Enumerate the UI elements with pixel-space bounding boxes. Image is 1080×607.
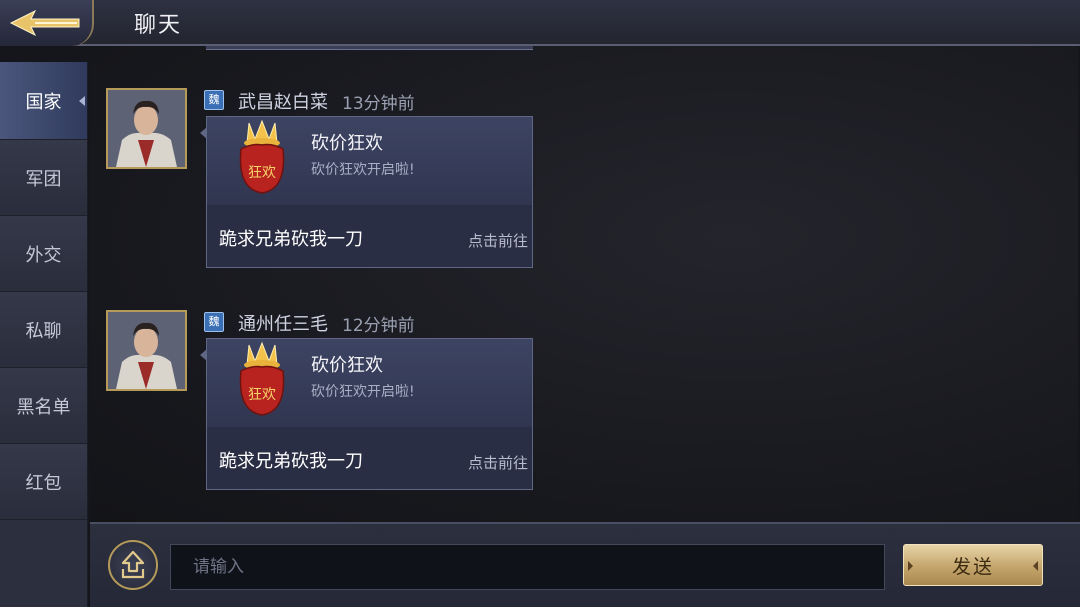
card-header: 狂欢 砍价狂欢 砍价狂欢开启啦! xyxy=(207,339,532,427)
card-message: 跪求兄弟砍我一刀 xyxy=(219,451,363,472)
go-link[interactable]: 点击前往 xyxy=(468,230,528,251)
top-bar: 聊天 xyxy=(0,0,1080,46)
expand-toggle-button[interactable] xyxy=(108,540,158,590)
sender-name[interactable]: 武昌赵白菜 xyxy=(238,88,328,114)
sender-name[interactable]: 通州任三毛 xyxy=(238,310,328,336)
channel-sidebar: 国家 军团 外交 私聊 黑名单 红包 xyxy=(0,62,88,607)
bag-label: 狂欢 xyxy=(248,387,276,403)
expand-arrow-icon xyxy=(121,550,145,579)
card-title: 砍价狂欢 xyxy=(311,133,383,154)
tab-diplomacy[interactable]: 外交 xyxy=(0,216,87,292)
tab-label: 黑名单 xyxy=(16,396,71,418)
tab-legion[interactable]: 军团 xyxy=(0,140,87,216)
tab-label: 红包 xyxy=(25,472,62,494)
message-time: 13分钟前 xyxy=(342,94,415,114)
bubble-tip xyxy=(200,349,207,361)
red-packet-bag-icon: 狂欢 xyxy=(239,119,285,194)
card-footer: 跪求兄弟砍我一刀 点击前往 xyxy=(207,205,532,267)
red-packet-bag-icon: 狂欢 xyxy=(239,341,285,416)
send-button-label: 发送 xyxy=(951,555,994,578)
right-ornament-icon xyxy=(1033,561,1038,571)
send-button[interactable]: 发送 xyxy=(903,544,1043,586)
tab-blacklist[interactable]: 黑名单 xyxy=(0,368,87,444)
page-title: 聊天 xyxy=(134,13,183,38)
avatar[interactable] xyxy=(106,88,187,169)
message-input[interactable] xyxy=(170,544,885,590)
tab-label: 国家 xyxy=(25,91,62,113)
back-button[interactable] xyxy=(0,0,94,46)
tab-label: 私聊 xyxy=(25,320,62,342)
left-ornament-icon xyxy=(908,561,913,571)
character-portrait-icon xyxy=(108,312,185,389)
tab-red-packet[interactable]: 红包 xyxy=(0,444,87,520)
card-footer: 跪求兄弟砍我一刀 点击前往 xyxy=(207,427,532,489)
back-arrow-icon xyxy=(9,9,80,37)
previous-message-edge xyxy=(206,46,533,50)
card-message: 跪求兄弟砍我一刀 xyxy=(219,229,363,250)
character-portrait-icon xyxy=(108,90,185,167)
chat-message: 魏 通州任三毛 12分钟前 狂欢 砍价狂欢 砍价狂欢开启啦! 跪求兄弟砍我一刀 … xyxy=(106,310,546,494)
chat-message: 魏 武昌赵白菜 13分钟前 狂欢 砍价狂欢 砍价狂欢开启啦! 跪求兄弟砍我一刀 … xyxy=(106,88,546,272)
bag-label: 狂欢 xyxy=(248,165,276,181)
go-link[interactable]: 点击前往 xyxy=(468,452,528,473)
chat-input-bar: 发送 xyxy=(90,522,1080,607)
country-badge: 魏 xyxy=(204,312,224,332)
country-badge: 魏 xyxy=(204,90,224,110)
tab-private-chat[interactable]: 私聊 xyxy=(0,292,87,368)
card-subtitle: 砍价狂欢开启啦! xyxy=(311,384,415,400)
message-time: 12分钟前 xyxy=(342,316,415,336)
bargain-event-card[interactable]: 狂欢 砍价狂欢 砍价狂欢开启啦! 跪求兄弟砍我一刀 点击前往 xyxy=(200,338,533,490)
bargain-event-card[interactable]: 狂欢 砍价狂欢 砍价狂欢开启啦! 跪求兄弟砍我一刀 点击前往 xyxy=(200,116,533,268)
card-title: 砍价狂欢 xyxy=(311,355,383,376)
tab-label: 军团 xyxy=(25,168,62,190)
tab-country[interactable]: 国家 xyxy=(0,62,87,140)
tab-label: 外交 xyxy=(25,244,62,266)
card-header: 狂欢 砍价狂欢 砍价狂欢开启啦! xyxy=(207,117,532,205)
active-tab-marker-icon xyxy=(79,95,85,106)
bubble-tip xyxy=(200,127,207,139)
chat-message-list[interactable]: 魏 武昌赵白菜 13分钟前 狂欢 砍价狂欢 砍价狂欢开启啦! 跪求兄弟砍我一刀 … xyxy=(90,46,1078,522)
card-subtitle: 砍价狂欢开启啦! xyxy=(311,162,415,178)
avatar[interactable] xyxy=(106,310,187,391)
